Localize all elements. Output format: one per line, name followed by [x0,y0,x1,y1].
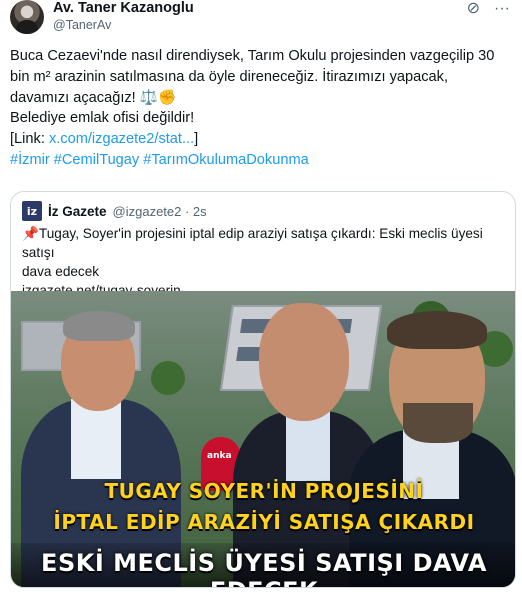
image-headline-1: TUGAY SOYER'İN PROJESİNİ [104,479,424,503]
link-prefix: [Link: [10,131,49,148]
image-headline-3: ESKİ MECLİS ÜYESİ SATIŞI DAVA EDECEK [41,549,487,587]
tweet-hashtags[interactable]: #İzmir #CemilTugay #TarımOkulumaDokunma [10,150,515,171]
tweet-text-line: davamızı açacağız! ⚖️✊ [10,89,177,106]
grok-icon[interactable]: ⊘ [467,0,480,18]
author-block: Av. Taner Kazanoglu @TanerAv [53,0,194,34]
tweet-text-line: Buca Cezaevi'nde nasıl direndiysek, Tarı… [10,48,495,64]
quote-header: iz İz Gazete @izgazete2 · 2s [22,201,207,221]
author-avatar[interactable] [10,0,44,34]
quote-avatar[interactable]: iz [22,201,42,221]
quote-text-line: 📌Tugay, Soyer'in projesini iptal edip ar… [22,226,483,260]
tweet-top-actions: ⊘ ··· [467,0,510,18]
tweet-text: Buca Cezaevi'nde nasıl direndiysek, Tarı… [10,46,515,171]
tweet-text-line: Belediye emlak ofisi değildir! [10,110,195,127]
author-handle[interactable]: @TanerAv [53,16,194,34]
tweet[interactable]: Av. Taner Kazanoglu @TanerAv ⊘ ··· Buca … [0,0,522,594]
image-headline-2: İPTAL EDİP ARAZİYİ SATIŞA ÇIKARDI [53,510,475,534]
quote-handle-time: @izgazete2 · 2s [112,203,207,219]
tree-illustration [151,361,185,395]
tweet-link[interactable]: x.com/izgazete2/stat... [49,131,194,147]
quote-text: 📌Tugay, Soyer'in projesini iptal edip ar… [22,224,507,300]
quoted-tweet[interactable]: iz İz Gazete @izgazete2 · 2s 📌Tugay, Soy… [10,191,516,588]
tweet-link-line: [Link: x.com/izgazete2/stat...] [10,129,515,150]
quote-author-name[interactable]: İz Gazete [48,204,107,219]
author-display-name[interactable]: Av. Taner Kazanoglu [53,0,194,16]
mic-label: anka [207,451,232,461]
quote-image[interactable]: anka TUGAY SOYER'İN PROJESİNİ İPTAL EDİP… [11,291,515,587]
tweet-text-line: bin m² arazinin satılmasına da öyle dire… [10,68,449,85]
quote-text-line: dava edecek [22,264,100,279]
link-suffix: ] [194,131,199,148]
more-icon[interactable]: ··· [494,0,510,18]
